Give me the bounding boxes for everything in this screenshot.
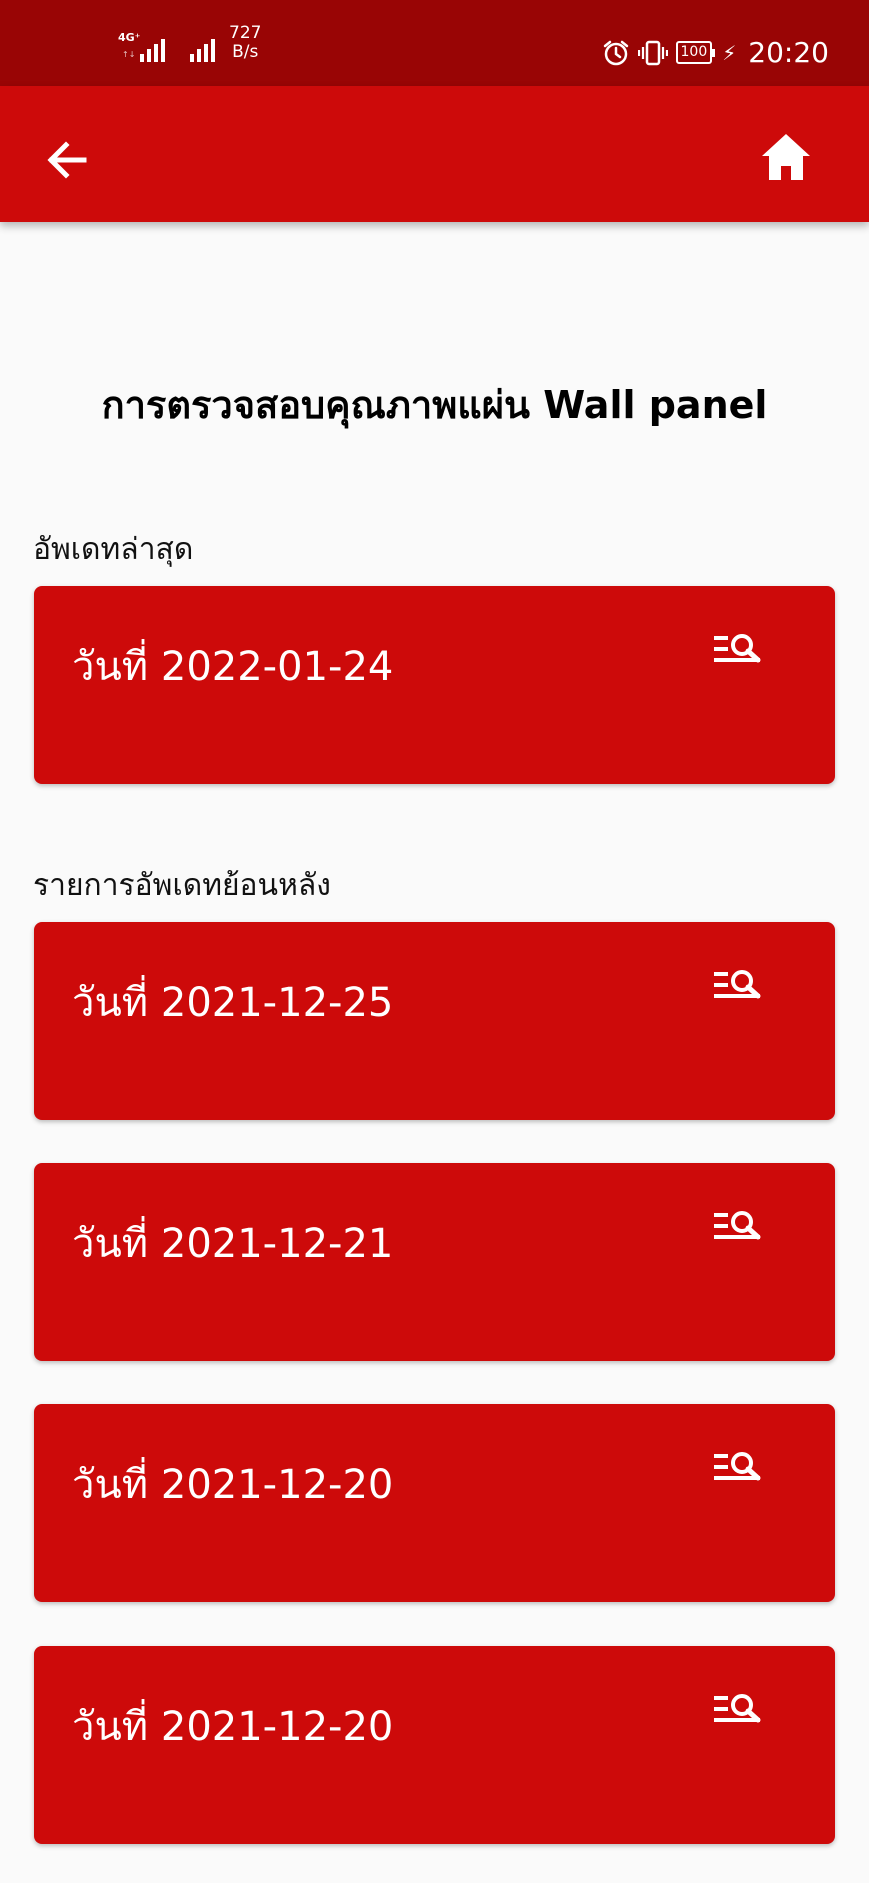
network-activity: ↑↓ <box>122 50 136 59</box>
speed-unit: B/s <box>232 42 259 62</box>
app-bar <box>0 86 869 222</box>
latest-section-label: อัพเดทล่าสุด <box>33 532 194 567</box>
network-speed: 727 B/s <box>229 24 261 62</box>
network-type: 4G⁺ <box>118 31 141 44</box>
charging-icon: ⚡ <box>722 40 737 65</box>
vibrate-icon <box>637 40 668 65</box>
signal-sim1: 4G⁺ ↑↓ <box>118 28 166 62</box>
update-date: วันที่ 2021-12-21 <box>72 1221 394 1267</box>
home-icon <box>762 134 810 180</box>
update-date: วันที่ 2022-01-24 <box>72 644 394 690</box>
update-card-history[interactable]: วันที่ 2021-12-20 <box>34 1404 835 1602</box>
update-card-history[interactable]: วันที่ 2021-12-21 <box>34 1163 835 1361</box>
update-date: วันที่ 2021-12-20 <box>72 1462 394 1508</box>
update-date: วันที่ 2021-12-25 <box>72 980 394 1026</box>
status-left: 4G⁺ ↑↓ 727 B/s <box>118 24 261 62</box>
clock: 20:20 <box>748 36 829 69</box>
update-date: วันที่ 2021-12-20 <box>72 1704 394 1750</box>
signal-bars-icon <box>190 34 215 62</box>
list-search-icon[interactable] <box>712 1690 762 1730</box>
history-section-label: รายการอัพเดทย้อนหลัง <box>33 868 331 903</box>
list-search-icon[interactable] <box>712 630 762 670</box>
list-search-icon[interactable] <box>712 1207 762 1247</box>
battery-icon: 100 <box>675 41 715 64</box>
update-card-history[interactable]: วันที่ 2021-12-20 <box>34 1646 835 1844</box>
arrow-back-icon <box>47 141 87 179</box>
list-search-icon[interactable] <box>712 966 762 1006</box>
status-bar: 4G⁺ ↑↓ 727 B/s 100 ⚡ 20:20 <box>0 0 869 86</box>
back-button[interactable] <box>40 132 96 188</box>
alarm-icon <box>603 40 628 65</box>
update-card-history[interactable]: วันที่ 2021-12-25 <box>34 922 835 1120</box>
home-button[interactable] <box>756 128 816 188</box>
list-search-icon[interactable] <box>712 1448 762 1488</box>
status-right: 100 ⚡ 20:20 <box>602 36 829 69</box>
speed-value: 727 <box>229 23 262 43</box>
update-card-latest[interactable]: วันที่ 2022-01-24 <box>34 586 835 784</box>
signal-bars-icon <box>140 34 165 62</box>
signal-sim2 <box>190 28 215 62</box>
page-title: การตรวจสอบคุณภาพแผ่น Wall panel <box>101 383 768 427</box>
